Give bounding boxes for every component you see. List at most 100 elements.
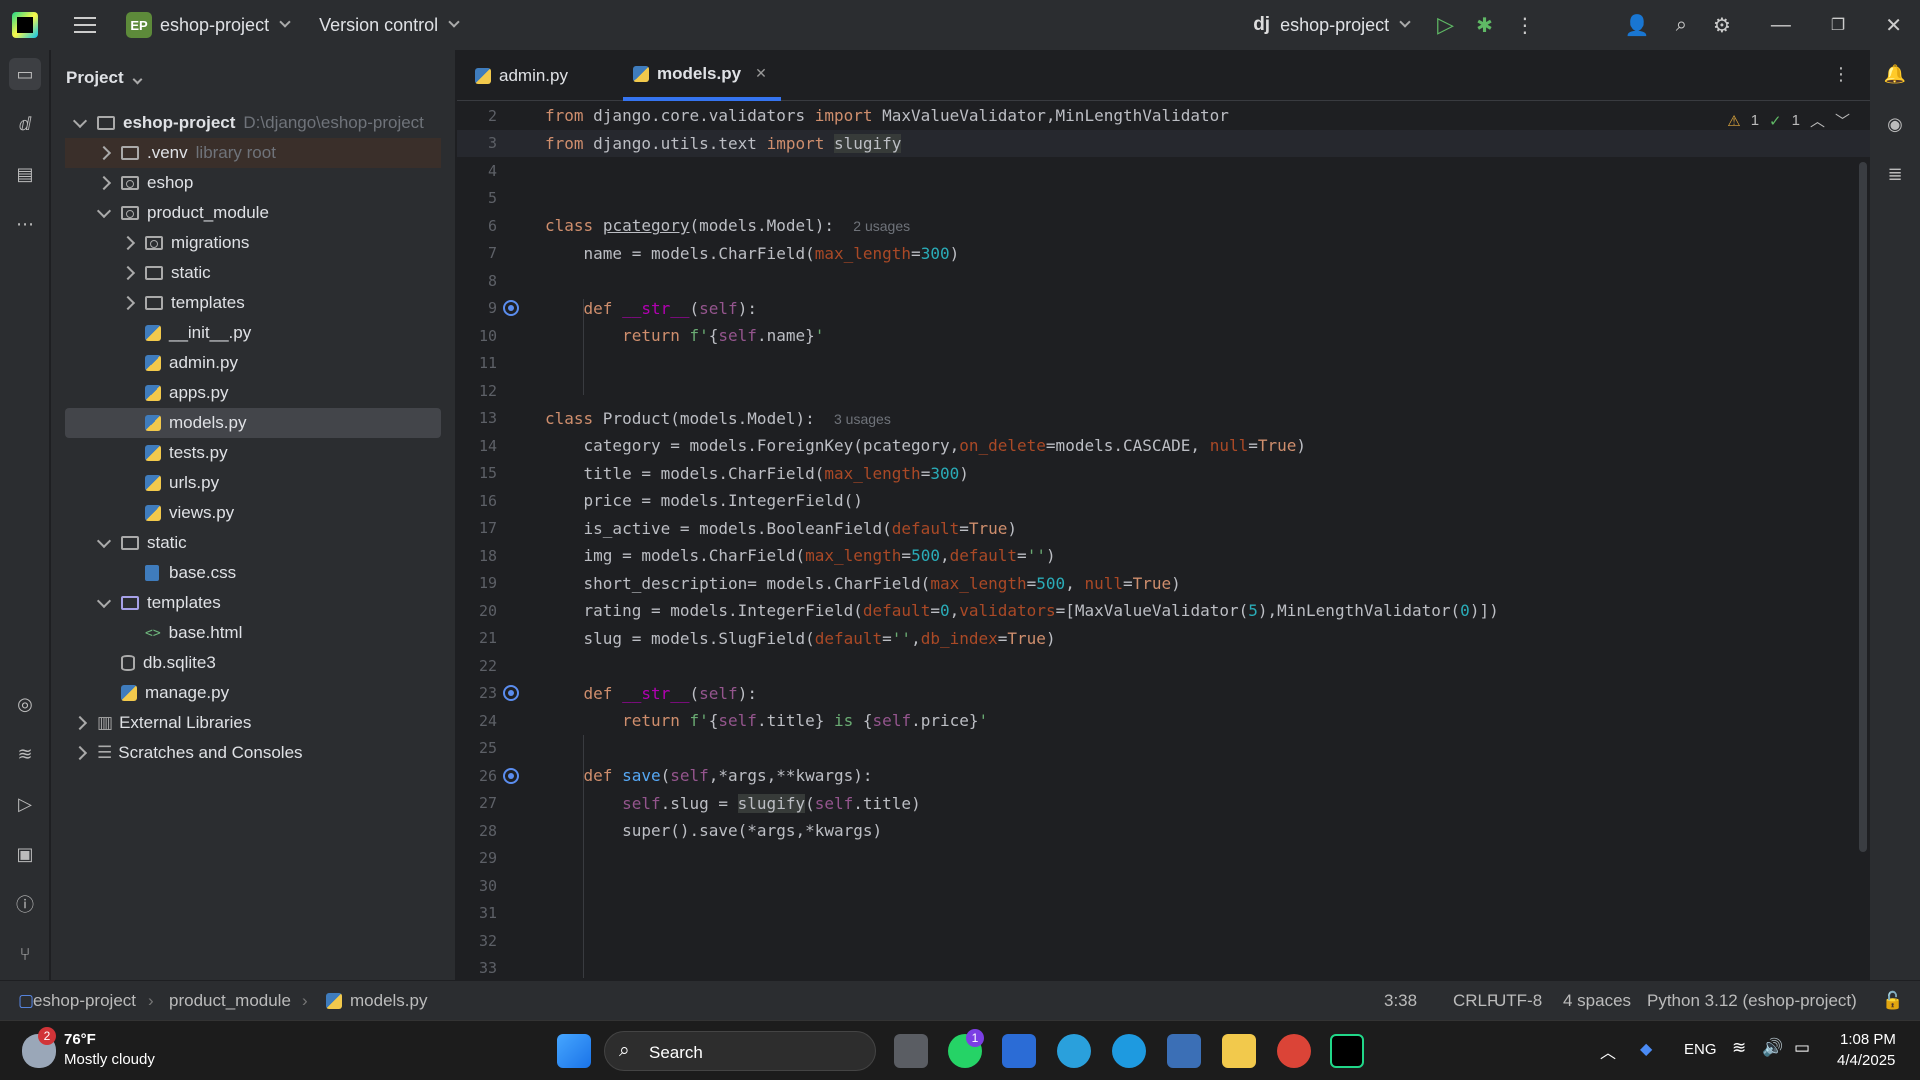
tree-item-init[interactable]: __init__.py <box>65 318 441 348</box>
editor-scrollbar[interactable] <box>1859 162 1867 852</box>
code-line[interactable]: 8 <box>457 267 1870 295</box>
more-icon[interactable]: ⋮ <box>1515 13 1535 38</box>
code-line[interactable]: 12 <box>457 377 1870 405</box>
close-tab-icon[interactable]: ✕ <box>755 65 767 82</box>
tree-item-templates-root[interactable]: templates <box>65 588 441 618</box>
volume-icon[interactable]: 🔊 <box>1762 1038 1783 1058</box>
expand-arrow-icon[interactable] <box>120 265 136 281</box>
notifications-icon[interactable]: 🔔 <box>1879 58 1911 90</box>
chrome-icon[interactable] <box>1277 1034 1311 1068</box>
override-method-icon[interactable] <box>503 685 519 702</box>
django-structure-icon[interactable]: ⅆ <box>9 108 41 140</box>
code-line[interactable]: 10 return f'{self.name}' <box>457 322 1870 350</box>
code-line[interactable]: 14 category = models.ForeignKey(pcategor… <box>457 432 1870 460</box>
restore-icon[interactable]: ❐ <box>1831 15 1845 35</box>
more-tools-icon[interactable]: ⋯ <box>9 208 41 240</box>
tree-item-base-css[interactable]: base.css <box>65 558 441 588</box>
code-line[interactable]: 28 super().save(*args,*kwargs) <box>457 817 1870 845</box>
layers-icon[interactable]: ≋ <box>9 738 41 770</box>
code-line[interactable]: 33 <box>457 955 1870 979</box>
tree-item-migrations[interactable]: migrations <box>65 228 441 258</box>
code-line[interactable]: 9 def __str__(self): <box>457 295 1870 323</box>
chevron-up-icon[interactable]: ︿ <box>1600 1039 1616 1063</box>
tab-admin[interactable]: admin.py <box>475 50 568 101</box>
line-separator[interactable]: CRLF <box>1453 991 1497 1011</box>
code-editor[interactable]: ⚠ 1 ✓ 1 ︿ ﹀ 2 from django.core.validators im… <box>457 102 1870 978</box>
code-line[interactable]: 16 price = models.IntegerField() <box>457 487 1870 515</box>
python-interpreter[interactable]: Python 3.12 (eshop-project) <box>1647 991 1857 1011</box>
tree-item-product-module[interactable]: product_module <box>65 198 441 228</box>
code-line[interactable]: 30 <box>457 872 1870 900</box>
override-method-icon[interactable] <box>503 767 519 784</box>
tree-item-external-libs[interactable]: ▥ External Libraries <box>65 708 441 738</box>
tab-options-icon[interactable]: ⋮ <box>1832 64 1850 85</box>
wifi-icon[interactable]: ≋ <box>1732 1038 1746 1058</box>
services-icon[interactable]: ▷ <box>9 788 41 820</box>
tree-item-venv[interactable]: .venv library root <box>65 138 441 168</box>
code-line[interactable]: 4 <box>457 157 1870 185</box>
windows-start-icon[interactable] <box>557 1034 591 1068</box>
terminal-icon[interactable]: ▣ <box>9 838 41 870</box>
expand-arrow-icon[interactable] <box>72 113 88 129</box>
caret-position[interactable]: 3:38 <box>1384 991 1417 1011</box>
code-line[interactable]: 25 <box>457 735 1870 763</box>
panel-title[interactable]: Project <box>66 68 143 88</box>
project-tool-icon[interactable]: ▭ <box>9 58 41 90</box>
code-line[interactable]: 20 rating = models.IntegerField(default=… <box>457 597 1870 625</box>
tree-item-admin[interactable]: admin.py <box>65 348 441 378</box>
clock-time[interactable]: 1:08 PM <box>1840 1031 1896 1048</box>
run-icon[interactable]: ▷ <box>1437 12 1454 38</box>
clock-date[interactable]: 4/4/2025 <box>1837 1052 1895 1069</box>
code-line[interactable]: 15 title = models.CharField(max_length=3… <box>457 460 1870 488</box>
breadcrumb-module[interactable]: product_module <box>169 991 291 1011</box>
code-line[interactable]: 24 return f'{self.title} is {self.price}… <box>457 707 1870 735</box>
file-explorer-icon[interactable] <box>1222 1034 1256 1068</box>
code-line[interactable]: 17 is_active = models.BooleanField(defau… <box>457 515 1870 543</box>
code-line[interactable]: 32 <box>457 927 1870 955</box>
code-line[interactable]: 6 class pcategory(models.Model): 2 usages <box>457 212 1870 240</box>
code-line[interactable]: 22 <box>457 652 1870 680</box>
project-badge[interactable]: EP <box>126 12 152 38</box>
code-line[interactable]: 5 <box>457 185 1870 213</box>
tree-item-tests[interactable]: tests.py <box>65 438 441 468</box>
code-line[interactable]: 11 <box>457 350 1870 378</box>
expand-arrow-icon[interactable] <box>72 715 88 731</box>
tree-item-static[interactable]: static <box>65 258 441 288</box>
task-view-icon[interactable] <box>894 1034 928 1068</box>
edge-icon[interactable] <box>1112 1034 1146 1068</box>
problems-icon[interactable]: ⓘ <box>9 888 41 920</box>
tree-item-base-html[interactable]: <> base.html <box>65 618 441 648</box>
breadcrumb-project[interactable]: eshop-project <box>33 991 136 1011</box>
code-line[interactable]: 19 short_description= models.CharField(m… <box>457 570 1870 598</box>
code-line[interactable]: 7 name = models.CharField(max_length=300… <box>457 240 1870 268</box>
lock-icon[interactable]: 🔓 <box>1882 991 1903 1011</box>
indent-setting[interactable]: 4 spaces <box>1563 991 1631 1011</box>
settings-icon[interactable]: ⚙ <box>1713 13 1731 38</box>
expand-arrow-icon[interactable] <box>96 175 112 191</box>
minimize-icon[interactable]: — <box>1771 14 1791 37</box>
tree-item-root[interactable]: eshop-project D:\django\eshop-project <box>65 108 441 138</box>
tree-item-models[interactable]: models.py <box>65 408 441 438</box>
code-line[interactable]: 29 <box>457 845 1870 873</box>
structure-icon[interactable]: ▤ <box>9 158 41 190</box>
code-line[interactable]: 23 def __str__(self): <box>457 680 1870 708</box>
debug-icon[interactable]: ✱ <box>1476 13 1493 38</box>
tree-item-eshop[interactable]: eshop <box>65 168 441 198</box>
tree-item-templates[interactable]: templates <box>65 288 441 318</box>
pycharm-taskbar-icon[interactable] <box>1330 1034 1364 1068</box>
python-console-icon[interactable]: ◎ <box>9 688 41 720</box>
search-icon[interactable]: ⌕ <box>1676 14 1687 37</box>
tree-item-urls[interactable]: urls.py <box>65 468 441 498</box>
file-encoding[interactable]: UTF-8 <box>1494 991 1542 1011</box>
tab-models[interactable]: models.py ✕ <box>623 50 781 101</box>
vcs-menu[interactable]: Version control <box>319 15 438 36</box>
git-icon[interactable]: ⑂ <box>9 938 41 970</box>
telegram-icon[interactable] <box>1057 1034 1091 1068</box>
expand-arrow-icon[interactable] <box>120 235 136 251</box>
tree-item-views[interactable]: views.py <box>65 498 441 528</box>
code-line[interactable]: 31 <box>457 900 1870 928</box>
project-switcher[interactable]: eshop-project <box>160 15 269 36</box>
override-method-icon[interactable] <box>503 300 519 317</box>
expand-arrow-icon[interactable] <box>96 593 112 609</box>
run-config-selector[interactable]: eshop-project <box>1280 15 1389 36</box>
